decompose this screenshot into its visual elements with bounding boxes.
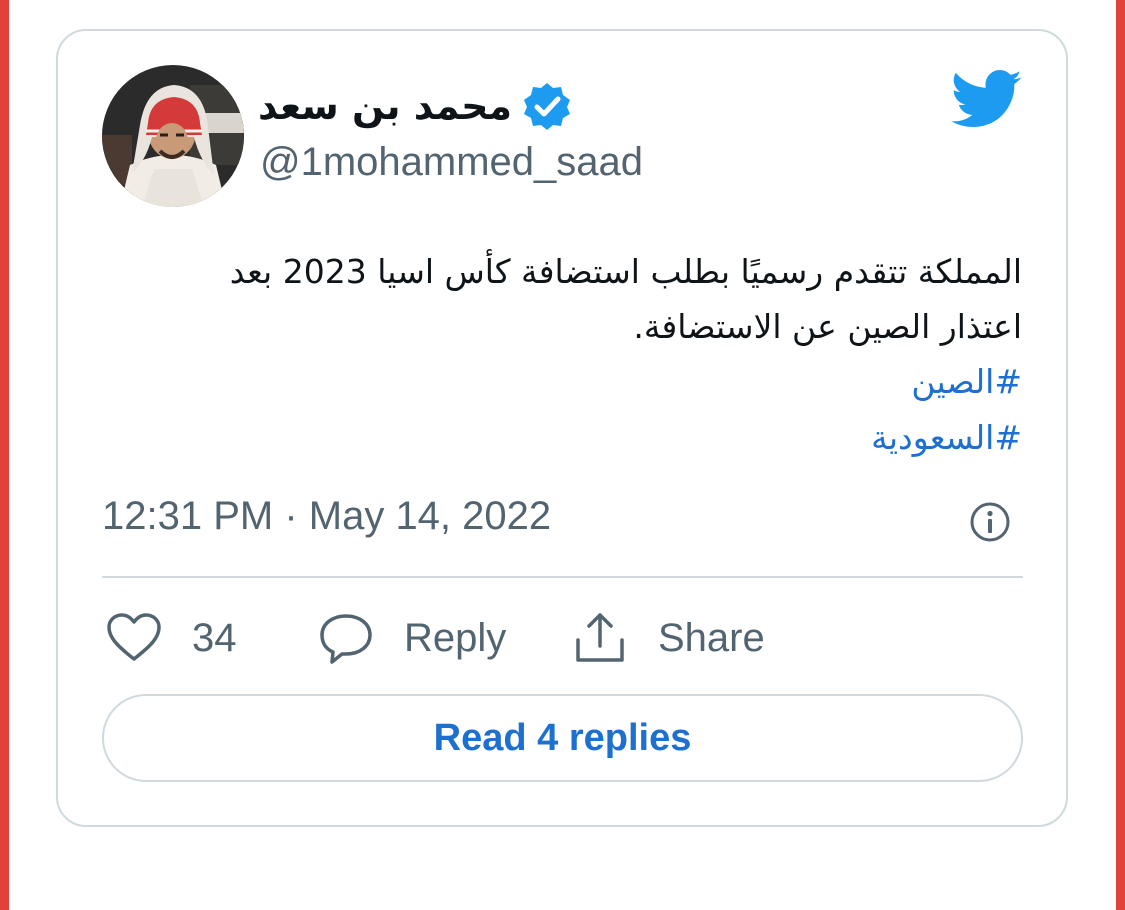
author-handle[interactable]: @1mohammed_saad [260,140,643,185]
tweet-text-line: المملكة تتقدم رسميًا بطلب استضافة كأس اس… [229,252,1022,291]
verified-badge-icon [522,81,572,131]
hashtag-link[interactable]: #السعودية [600,418,1022,457]
tweet-text: المملكة تتقدم رسميًا بطلب استضافة كأس اس… [180,244,1022,354]
speech-bubble-icon [318,612,374,664]
share-button[interactable]: Share [572,608,765,668]
reply-label: Reply [404,615,507,660]
left-red-edge [0,0,9,910]
like-button[interactable]: 34 [106,608,237,668]
read-replies-button[interactable]: Read 4 replies [102,694,1023,782]
author-display-name[interactable]: محمد بن سعد [258,84,512,128]
share-upload-icon [572,610,628,666]
reply-button[interactable]: Reply [318,608,506,668]
heart-icon [106,613,162,663]
tweet-text-line: اعتذار الصين عن الاستضافة. [633,307,1022,346]
author-name-row[interactable]: محمد بن سعد [258,78,572,134]
share-label: Share [658,615,765,660]
avatar[interactable] [102,65,244,207]
like-count: 34 [192,615,237,660]
hashtag-link[interactable]: #الصين [600,362,1022,401]
tweet-timestamp[interactable]: 12:31 PM · May 14, 2022 [102,494,551,539]
right-red-edge [1116,0,1125,910]
divider [102,576,1023,578]
read-replies-label: Read 4 replies [433,716,692,759]
